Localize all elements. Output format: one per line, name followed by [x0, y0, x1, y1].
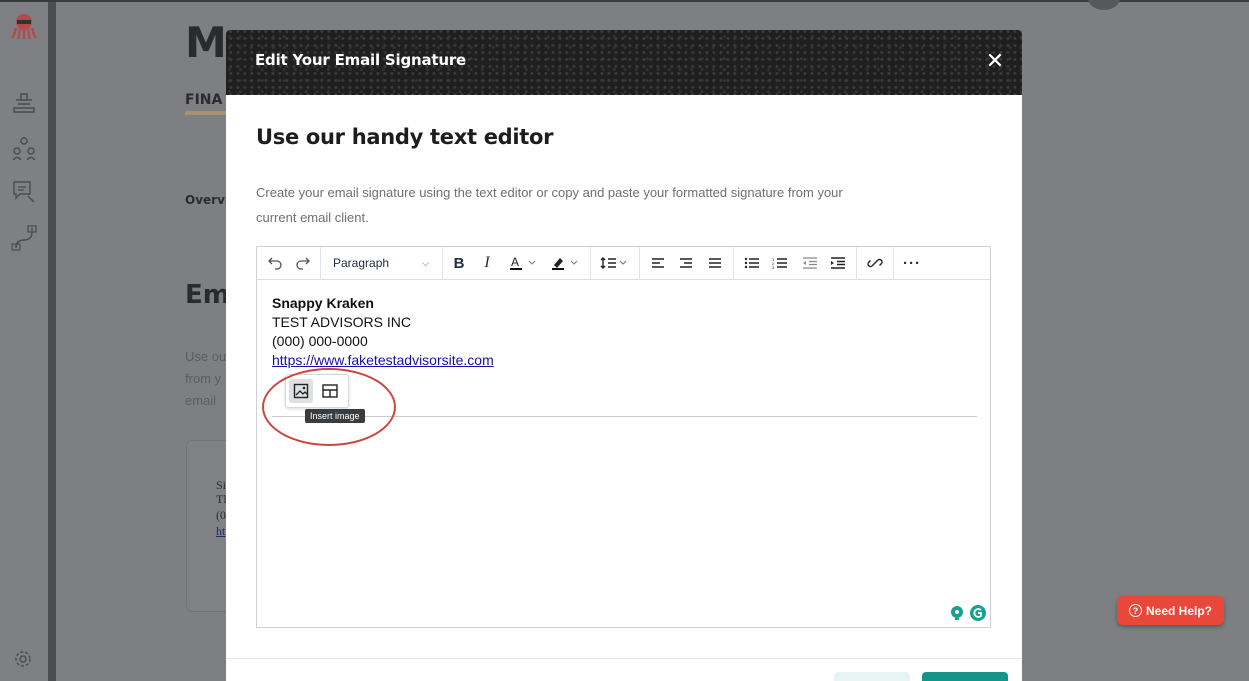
editor-description: Create your email signature using the te… — [256, 180, 896, 230]
signature-name: Snappy Kraken — [272, 295, 374, 311]
toolbar-separator — [733, 247, 734, 280]
align-right-icon[interactable] — [675, 251, 697, 275]
annotation-circle — [262, 368, 396, 446]
save-button[interactable] — [922, 672, 1008, 681]
line-height-icon[interactable] — [597, 251, 633, 275]
need-help-label: Need Help? — [1145, 603, 1212, 618]
settings-icon[interactable] — [12, 648, 34, 670]
integrations-icon[interactable] — [10, 224, 38, 252]
kraken-logo-icon[interactable] — [10, 12, 38, 40]
toolbar-separator — [442, 247, 443, 280]
signature-company: TEST ADVISORS INC — [272, 314, 411, 330]
active-tab-underline — [185, 111, 227, 115]
chat-icon[interactable] — [10, 178, 38, 206]
text-color-icon[interactable]: A — [506, 251, 542, 275]
toolbar-separator — [639, 247, 640, 280]
section-paragraph-line: from y — [185, 371, 222, 386]
grammarly-icon[interactable] — [969, 604, 987, 622]
card-line: Si — [216, 478, 227, 492]
indent-icon[interactable] — [827, 251, 849, 275]
toolbar-separator — [590, 247, 591, 280]
highlight-color-icon[interactable] — [547, 251, 585, 275]
edit-signature-modal: Edit Your Email Signature ✕ Use our hand… — [226, 30, 1022, 681]
page-tab-finance[interactable]: FINA — [185, 92, 222, 108]
description-line: Create your email signature using the te… — [256, 185, 843, 200]
toolbar-separator — [893, 247, 894, 280]
editor-heading: Use our handy text editor — [256, 125, 554, 149]
signature-phone: (000) 000-0000 — [272, 333, 368, 349]
undo-icon[interactable] — [263, 251, 287, 275]
redo-icon[interactable] — [291, 251, 315, 275]
more-options-icon[interactable]: ··· — [901, 251, 923, 275]
close-button[interactable]: ✕ — [984, 48, 1006, 74]
align-justify-icon[interactable] — [704, 251, 726, 275]
section-paragraph-line: Use ou — [185, 349, 227, 364]
chevron-down-icon: ⌵ — [422, 257, 429, 268]
signature-website-link[interactable]: https://www.faketestadvisorsite.com — [272, 351, 494, 370]
bullet-list-icon[interactable] — [741, 251, 763, 275]
inbox-icon[interactable] — [10, 88, 38, 116]
modal-title: Edit Your Email Signature — [255, 51, 467, 69]
italic-icon[interactable]: I — [476, 251, 498, 275]
editor-content[interactable]: Snappy Kraken TEST ADVISORS INC (000) 00… — [257, 280, 990, 627]
align-left-icon[interactable] — [647, 251, 669, 275]
svg-text:A: A — [511, 255, 519, 269]
grammarly-widget[interactable] — [947, 602, 989, 624]
block-format-select[interactable]: Paragraph ⌵ — [323, 251, 437, 275]
overview-tab[interactable]: Overvi — [185, 193, 229, 207]
block-format-label: Paragraph — [333, 256, 390, 270]
people-icon[interactable] — [10, 134, 38, 162]
toolbar-separator — [320, 247, 321, 280]
bold-icon[interactable]: B — [448, 251, 470, 275]
cancel-button[interactable] — [834, 672, 910, 681]
lightbulb-icon[interactable] — [949, 605, 965, 621]
numbered-list-icon[interactable]: 123 — [769, 251, 791, 275]
toolbar-separator — [856, 247, 857, 280]
description-line: current email client. — [256, 210, 369, 225]
sidebar-rail — [48, 2, 56, 681]
need-help-button[interactable]: ? Need Help? — [1117, 596, 1224, 625]
rich-text-editor: Paragraph ⌵ B I A 1 2 3 ··· Snappy Krake… — [256, 246, 991, 628]
outdent-icon[interactable] — [799, 251, 821, 275]
section-paragraph-line: email — [185, 393, 217, 408]
sidebar — [0, 2, 48, 681]
link-icon[interactable] — [864, 251, 886, 275]
modal-header: Edit Your Email Signature ✕ — [226, 30, 1022, 95]
question-icon: ? — [1128, 604, 1142, 617]
card-line: (0 — [216, 508, 226, 522]
editor-toolbar: Paragraph ⌵ B I A 1 2 3 ··· — [257, 247, 990, 280]
svg-text:3: 3 — [772, 265, 775, 269]
card-line: ht — [216, 524, 226, 538]
